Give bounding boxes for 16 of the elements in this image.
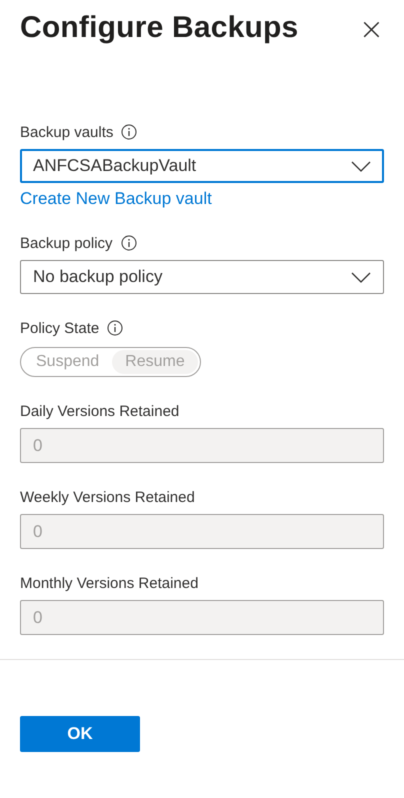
chevron-icon <box>351 272 371 282</box>
field-label: Weekly Versions Retained <box>20 488 195 506</box>
panel-title: Configure Backups <box>20 10 298 46</box>
field-label: Backup vaults <box>20 124 114 140</box>
field-label: Monthly Versions Retained <box>20 574 198 592</box>
chevron-icon <box>351 160 371 172</box>
info-icon[interactable] <box>120 235 137 251</box>
create-link[interactable]: Create New Backup vault <box>20 189 212 209</box>
ok-button[interactable]: OK <box>20 716 140 752</box>
dropdown[interactable]: No backup policy <box>20 260 384 294</box>
dropdown[interactable]: ANFCSABackupVault <box>20 149 384 183</box>
field-label: Daily Versions Retained <box>20 402 180 420</box>
info-icon[interactable] <box>121 124 138 140</box>
field-label: Policy State <box>20 320 100 336</box>
field-label: Backup policy <box>20 234 113 252</box>
close-button[interactable]: × <box>354 12 388 48</box>
